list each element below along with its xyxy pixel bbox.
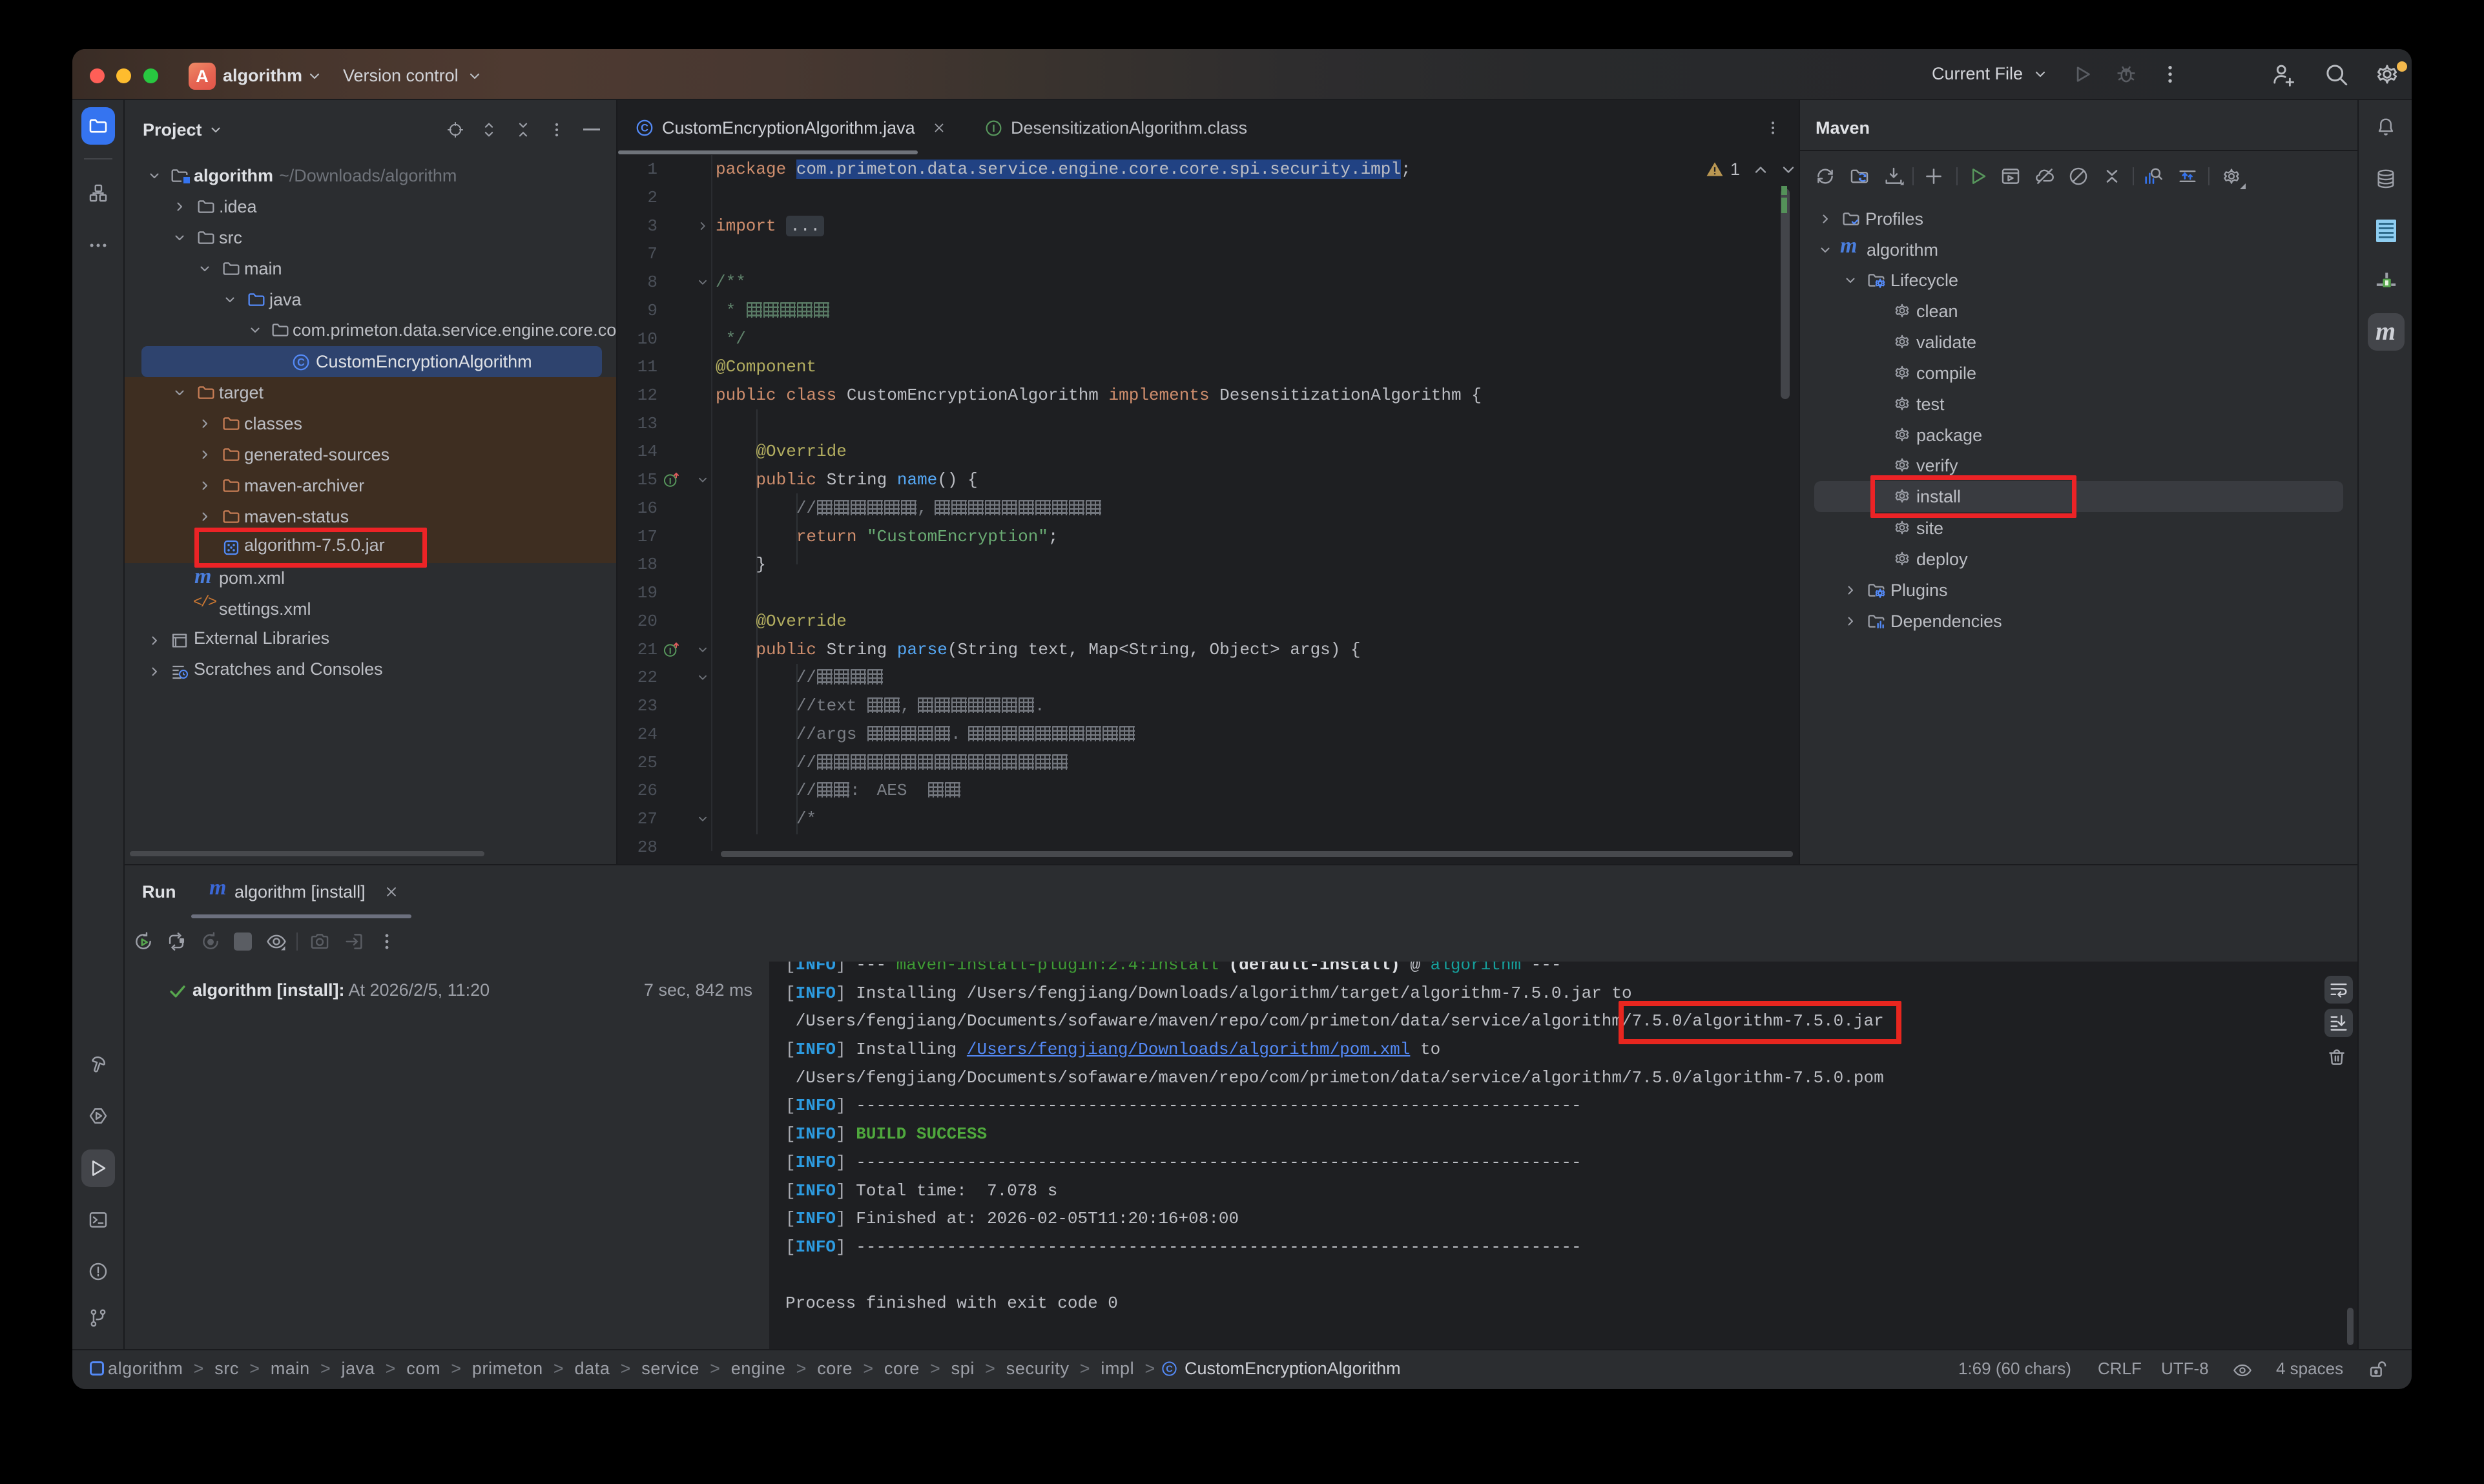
svg-text:C: C [641,123,648,134]
svg-text:I: I [669,475,672,486]
svg-text:I: I [669,645,672,655]
svg-text:C: C [297,357,305,369]
svg-text:C: C [1166,1365,1173,1375]
svg-text:I: I [992,123,995,134]
